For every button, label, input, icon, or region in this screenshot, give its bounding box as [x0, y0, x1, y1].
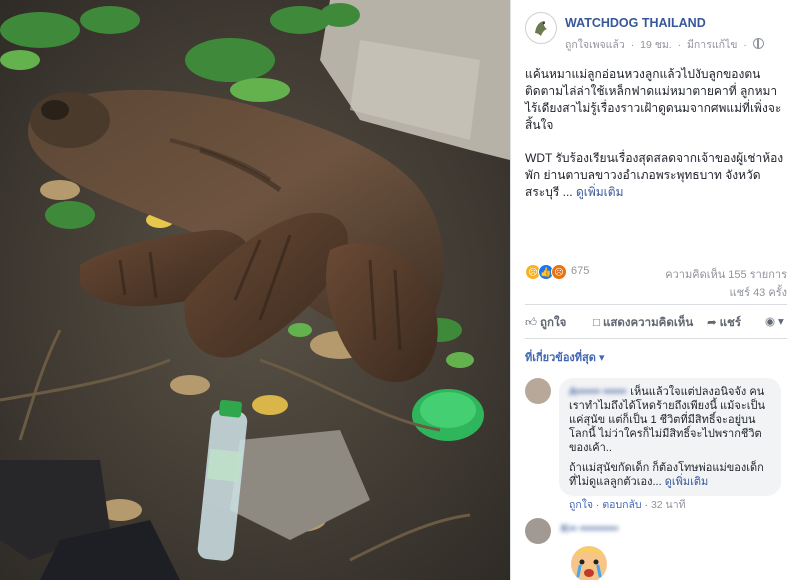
- comment-text: ถ้าแม่สุนัขกัดเด็ก ก็ต้องโทษพ่อแม่ของเด็…: [569, 461, 771, 489]
- chevron-down-icon: ▾: [598, 352, 605, 364]
- angry-reaction-icon: ☹: [551, 264, 567, 280]
- post-photo[interactable]: [0, 0, 510, 580]
- post-meta: ถูกใจเพจแล้ว · 19 ชม. · มีการแก้ไข ·: [565, 36, 767, 53]
- audience-selector[interactable]: ◉ ▾: [765, 314, 784, 328]
- comment-sort-label: ที่เกี่ยวข้องที่สุด: [525, 352, 596, 364]
- comment-time[interactable]: 32 นาที: [651, 499, 686, 511]
- comment-sort-dropdown[interactable]: ที่เกี่ยวข้องที่สุด ▾: [525, 348, 605, 366]
- post-paragraph: WDT รับร้องเรียนเรื่องสุดสลดจากเจ้าของผู…: [525, 150, 787, 201]
- comment-reply-link[interactable]: ตอบกลับ: [602, 499, 641, 511]
- comment-bubble-icon: □: [593, 317, 600, 329]
- post-text: แค้นหมาแม่ลูกอ่อนหวงลูกแล้วไปงับลูกของตน…: [525, 66, 787, 217]
- post-action-bar: 👍︎ ถูกใจ □ แสดงความคิดเห็น ➦ แชร์ ◉ ▾: [519, 310, 793, 334]
- separator: ·: [595, 499, 600, 511]
- photo-illustration: [0, 0, 510, 580]
- separator: ·: [677, 39, 682, 51]
- thumbs-up-icon: 👍︎: [525, 317, 538, 329]
- see-more-link[interactable]: ดูเพิ่มเติม: [665, 476, 709, 488]
- share-arrow-icon: ➦: [707, 317, 717, 329]
- separator: ·: [630, 39, 635, 51]
- share-label: แชร์: [719, 317, 742, 329]
- watchdog-logo-icon: [527, 14, 555, 42]
- like-button[interactable]: 👍︎ ถูกใจ: [525, 314, 566, 332]
- separator: ·: [644, 499, 649, 511]
- reaction-icons[interactable]: ☹ 👍 ☹: [525, 264, 567, 280]
- avatar[interactable]: [525, 378, 551, 404]
- chevron-down-icon: ▾: [778, 316, 784, 328]
- comment-button[interactable]: □ แสดงความคิดเห็น: [593, 314, 693, 332]
- globe-icon: ◉: [765, 316, 776, 328]
- crying-baby-sticker-icon: [571, 546, 607, 580]
- post-time[interactable]: 19 ชม.: [640, 39, 672, 51]
- avatar[interactable]: [525, 518, 551, 544]
- comment-author-link[interactable]: A•••••• ••••••: [569, 386, 626, 398]
- comment-label: แสดงความคิดเห็น: [602, 317, 694, 329]
- facebook-post-panel: WATCHDOG THAILAND ถูกใจเพจแล้ว · 19 ชม. …: [510, 0, 800, 580]
- separator: ·: [743, 39, 747, 51]
- reaction-summary: ☹ 👍 ☹ 675 ความคิดเห็น 155 รายการ แชร์ 43 ค…: [525, 264, 787, 299]
- share-button[interactable]: ➦ แชร์: [707, 314, 741, 332]
- page-name-link[interactable]: WATCHDOG THAILAND: [565, 16, 706, 30]
- shares-count-link[interactable]: แชร์ 43 ครั้ง: [730, 283, 787, 301]
- comments-count-link[interactable]: ความคิดเห็น 155 รายการ: [665, 265, 787, 283]
- comment-bubble: A•••••• •••••• เห็นแล้วใจแต่ปลงอนิจจัง คน…: [559, 378, 781, 496]
- comment-text: A•••••• •••••• เห็นแล้วใจแต่ปลงอนิจจัง คน…: [569, 385, 771, 455]
- reaction-count[interactable]: 675: [571, 265, 589, 277]
- page-avatar[interactable]: [525, 12, 557, 44]
- post-paragraph: แค้นหมาแม่ลูกอ่อนหวงลูกแล้วไปงับลูกของตน…: [525, 67, 782, 132]
- see-more-link[interactable]: ดูเพิ่มเติม: [576, 185, 624, 199]
- divider: [525, 304, 787, 305]
- comment-actions: ถูกใจ · ตอบกลับ · 32 นาที: [569, 496, 686, 513]
- like-label: ถูกใจ: [540, 317, 567, 329]
- comment-like-link[interactable]: ถูกใจ: [569, 499, 593, 511]
- post-paragraph-text: WDT รับร้องเรียนเรื่องสุดสลดจากเจ้าของผู…: [525, 151, 784, 199]
- liked-status[interactable]: ถูกใจเพจแล้ว: [565, 39, 625, 51]
- globe-icon: [752, 38, 764, 49]
- post-header: WATCHDOG THAILAND ถูกใจเพจแล้ว · 19 ชม. …: [525, 10, 791, 54]
- edited-label[interactable]: มีการแก้ไข: [687, 39, 737, 51]
- divider: [525, 338, 787, 339]
- comment-author-link[interactable]: K•• ••••••••••: [561, 523, 618, 535]
